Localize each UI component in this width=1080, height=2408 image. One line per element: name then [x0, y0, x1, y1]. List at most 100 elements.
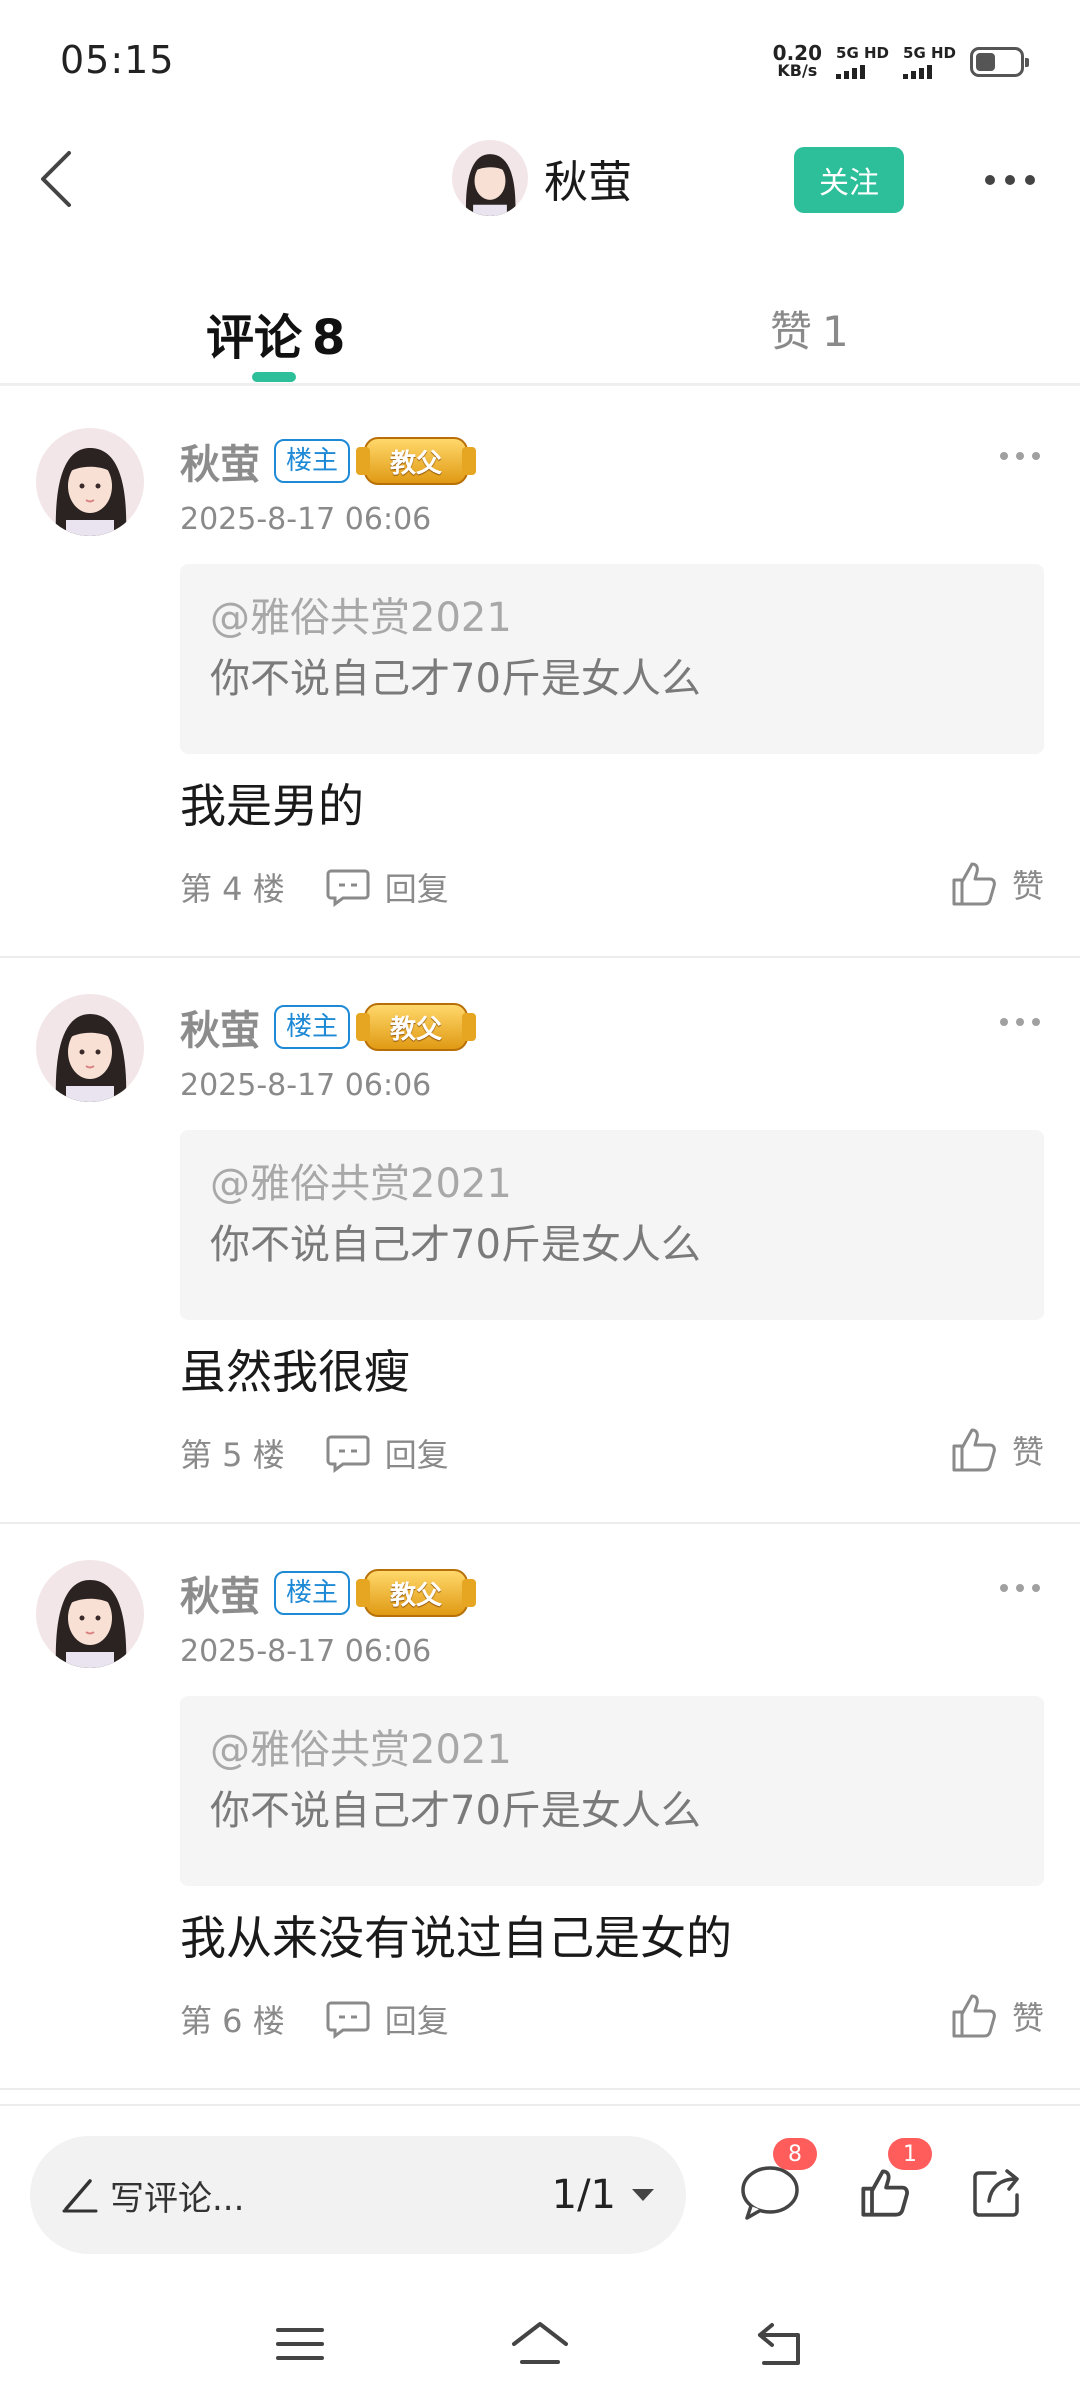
comment-bubble-icon — [741, 2166, 799, 2220]
back-arrow-icon — [758, 2323, 800, 2365]
tab-bar: 评论 8 赞 1 — [0, 280, 1080, 386]
comment-author-row: 秋萤 楼主 教父 — [180, 1564, 477, 1622]
like-count-badge: 1 — [888, 2138, 932, 2170]
comment-timestamp: 2025-8-17 06:06 — [180, 1634, 432, 1669]
bottom-action-bar: 写评论... 1/1 8 1 — [0, 2104, 1080, 2280]
sim1-label: 5G HD — [836, 44, 890, 62]
reply-button[interactable]: 回复 — [325, 1430, 449, 1476]
comment-more-button[interactable] — [1000, 1578, 1040, 1598]
reply-button[interactable]: 回复 — [325, 864, 449, 910]
comment-footer: 第 6 楼 回复 赞 — [180, 1992, 1044, 2046]
tab-active-indicator — [252, 372, 296, 382]
quoted-user: @雅俗共赏2021 — [210, 1727, 512, 1773]
tab-likes[interactable]: 赞 1 — [770, 298, 849, 359]
home-icon — [512, 2322, 568, 2364]
comment-author-name[interactable]: 秋萤 — [180, 1564, 260, 1622]
write-comment-input[interactable]: 写评论... 1/1 — [30, 2136, 686, 2254]
follow-button[interactable]: 关注 — [794, 147, 904, 213]
comment-item: 秋萤 楼主 教父 2025-8-17 06:06 @雅俗共赏2021 你不说自己… — [0, 958, 1080, 1524]
signal-sim2: 5G HD — [903, 45, 956, 79]
quoted-user: @雅俗共赏2021 — [210, 1161, 512, 1207]
pencil-icon — [62, 2179, 98, 2213]
comment-text: 虽然我很瘦 — [180, 1345, 410, 1399]
floor-number: 第 4 楼 — [180, 870, 285, 908]
menu-nav-button[interactable] — [260, 2304, 340, 2384]
comment-text: 我从来没有说过自己是女的 — [180, 1911, 732, 1965]
status-indicators: 0.20 KB/s 5G HD 5G HD — [773, 40, 1029, 84]
avatar[interactable] — [36, 428, 144, 536]
reply-label: 回复 — [384, 870, 449, 908]
like-button[interactable]: 赞 — [950, 860, 1044, 908]
comment-author-row: 秋萤 楼主 教父 — [180, 432, 477, 490]
tab-comments[interactable]: 评论 8 — [206, 298, 345, 368]
header: 秋萤 关注 — [0, 120, 1080, 240]
tab-comments-count: 8 — [312, 310, 346, 366]
thumbs-up-icon — [861, 2169, 909, 2217]
like-post-button[interactable]: 1 — [850, 2138, 932, 2228]
comment-timestamp: 2025-8-17 06:06 — [180, 1068, 432, 1103]
home-nav-button[interactable] — [500, 2304, 580, 2384]
floor-number: 第 6 楼 — [180, 2002, 285, 2040]
page-indicator[interactable]: 1/1 — [552, 2136, 656, 2254]
reply-button[interactable]: 回复 — [325, 1996, 449, 2042]
comment-footer: 第 4 楼 回复 赞 — [180, 860, 1044, 914]
comments-button[interactable]: 8 — [735, 2138, 817, 2228]
battery-icon — [970, 47, 1029, 77]
signal-bars-icon — [836, 63, 866, 79]
owner-badge: 楼主 — [274, 1005, 351, 1049]
comment-text: 我是男的 — [180, 779, 364, 833]
rank-badge: 教父 — [356, 1569, 477, 1617]
share-button[interactable] — [962, 2158, 1032, 2228]
header-user-name: 秋萤 — [544, 157, 632, 208]
status-time: 05:15 — [60, 38, 175, 82]
quoted-text: 你不说自己才70斤是女人么 — [210, 1222, 701, 1268]
tab-likes-label: 赞 — [770, 307, 813, 356]
menu-icon — [276, 2328, 324, 2360]
comment-author-name[interactable]: 秋萤 — [180, 432, 260, 490]
back-button[interactable] — [26, 146, 86, 212]
sim2-label: 5G HD — [903, 44, 956, 62]
header-user[interactable]: 秋萤 — [452, 140, 632, 216]
comment-list: 秋萤 楼主 教父 2025-8-17 06:06 @雅俗共赏2021 你不说自己… — [0, 392, 1080, 2090]
quoted-comment[interactable]: @雅俗共赏2021 你不说自己才70斤是女人么 — [180, 1130, 1044, 1320]
like-button[interactable]: 赞 — [950, 1992, 1044, 2040]
like-label: 赞 — [1011, 1999, 1044, 2037]
share-icon — [973, 2169, 1019, 2217]
comment-item: 秋萤 楼主 教父 2025-8-17 06:06 @雅俗共赏2021 你不说自己… — [0, 392, 1080, 958]
thumbs-up-icon — [952, 1994, 996, 2038]
thumbs-up-icon — [952, 1428, 996, 1472]
quoted-user: @雅俗共赏2021 — [210, 595, 512, 641]
quoted-text: 你不说自己才70斤是女人么 — [210, 1788, 701, 1834]
comment-author-row: 秋萤 楼主 教父 — [180, 998, 477, 1056]
reply-icon — [326, 1435, 370, 1473]
signal-sim1: 5G HD — [836, 45, 889, 79]
like-label: 赞 — [1011, 867, 1044, 905]
caret-down-icon — [632, 2189, 654, 2201]
page-indicator-text: 1/1 — [551, 2172, 616, 2218]
like-button[interactable]: 赞 — [950, 1426, 1044, 1474]
comment-footer: 第 5 楼 回复 赞 — [180, 1426, 1044, 1480]
tab-comments-label: 评论 — [206, 310, 303, 366]
comment-item: 秋萤 楼主 教父 2025-8-17 06:06 @雅俗共赏2021 你不说自己… — [0, 1524, 1080, 2090]
rank-badge: 教父 — [356, 437, 477, 485]
battery-fill — [976, 53, 995, 71]
avatar[interactable] — [36, 994, 144, 1102]
quoted-comment[interactable]: @雅俗共赏2021 你不说自己才70斤是女人么 — [180, 1696, 1044, 1886]
network-speed-unit: KB/s — [777, 61, 818, 80]
comment-author-name[interactable]: 秋萤 — [180, 998, 260, 1056]
more-options-button[interactable] — [980, 160, 1040, 200]
write-comment-placeholder: 写评论... — [110, 2178, 245, 2219]
avatar[interactable] — [452, 140, 528, 216]
comment-timestamp: 2025-8-17 06:06 — [180, 502, 432, 537]
signal-bars-icon — [903, 63, 933, 79]
comment-more-button[interactable] — [1000, 446, 1040, 466]
more-dots-icon — [985, 175, 1035, 185]
quoted-comment[interactable]: @雅俗共赏2021 你不说自己才70斤是女人么 — [180, 564, 1044, 754]
floor-number: 第 5 楼 — [180, 1436, 285, 1474]
comment-more-button[interactable] — [1000, 1012, 1040, 1032]
comment-count-badge: 8 — [773, 2138, 817, 2170]
like-label: 赞 — [1011, 1433, 1044, 1471]
back-nav-button[interactable] — [740, 2304, 820, 2384]
network-speed: 0.20 KB/s — [773, 43, 822, 80]
avatar[interactable] — [36, 1560, 144, 1668]
